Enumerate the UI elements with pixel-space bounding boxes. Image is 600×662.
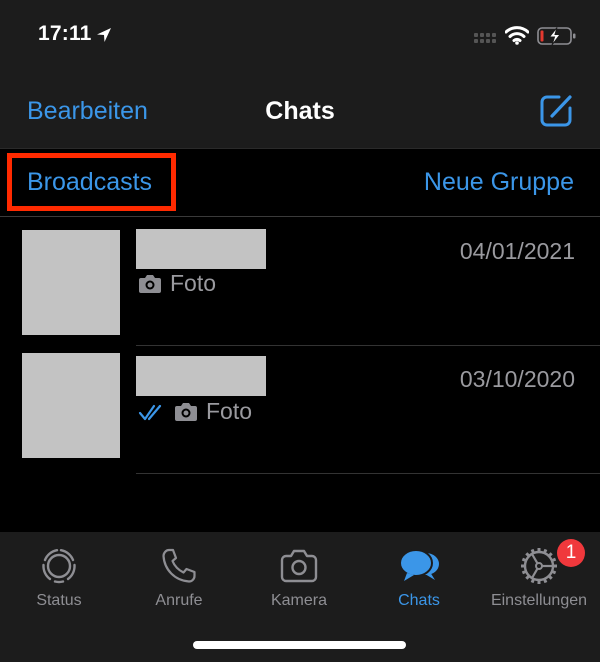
camera-icon xyxy=(175,402,197,421)
preview-text: Foto xyxy=(170,270,217,296)
chat-bubbles-icon xyxy=(399,549,439,581)
chat-name-redacted xyxy=(136,356,266,396)
tab-label: Status xyxy=(36,592,82,609)
tab-calls[interactable]: Anrufe xyxy=(124,532,234,612)
avatar xyxy=(22,353,120,458)
double-check-icon xyxy=(138,404,162,420)
cellular-signal-icon xyxy=(474,33,496,43)
phone-icon xyxy=(162,548,196,583)
camera-icon xyxy=(280,549,318,583)
tab-label: Anrufe xyxy=(155,592,203,609)
tab-label: Kamera xyxy=(270,592,328,609)
camera-icon xyxy=(139,274,161,293)
status-icon xyxy=(42,549,76,584)
chat-date: 03/10/2020 xyxy=(459,366,575,392)
row-divider xyxy=(136,473,600,474)
home-indicator[interactable] xyxy=(193,641,406,649)
new-group-link[interactable]: Neue Gruppe xyxy=(424,168,574,197)
tab-label: Einstellungen xyxy=(490,592,588,609)
avatar xyxy=(22,230,120,335)
tab-camera[interactable]: Kamera xyxy=(244,532,354,612)
chat-list-item[interactable]: 03/10/2020 Foto xyxy=(0,346,600,474)
status-time: 17:11 xyxy=(38,22,92,45)
tab-chats[interactable]: Chats xyxy=(364,532,474,612)
edit-button[interactable]: Bearbeiten xyxy=(27,97,148,126)
battery-charging-icon xyxy=(537,27,576,46)
broadcasts-link[interactable]: Broadcasts xyxy=(27,168,152,197)
compose-icon[interactable] xyxy=(538,92,574,128)
chat-preview: Foto xyxy=(138,398,252,425)
gear-icon xyxy=(521,548,557,584)
preview-text: Foto xyxy=(206,398,253,424)
chat-name-redacted xyxy=(136,229,266,269)
chat-list-item[interactable]: 04/01/2021 Foto xyxy=(0,218,600,346)
tab-label: Chats xyxy=(398,592,440,609)
tab-status[interactable]: Status xyxy=(4,532,114,612)
chat-preview: Foto xyxy=(138,270,216,297)
chat-date: 04/01/2021 xyxy=(459,238,575,264)
notification-badge: 1 xyxy=(557,539,585,567)
location-arrow-icon xyxy=(97,28,111,42)
wifi-icon xyxy=(505,26,529,45)
